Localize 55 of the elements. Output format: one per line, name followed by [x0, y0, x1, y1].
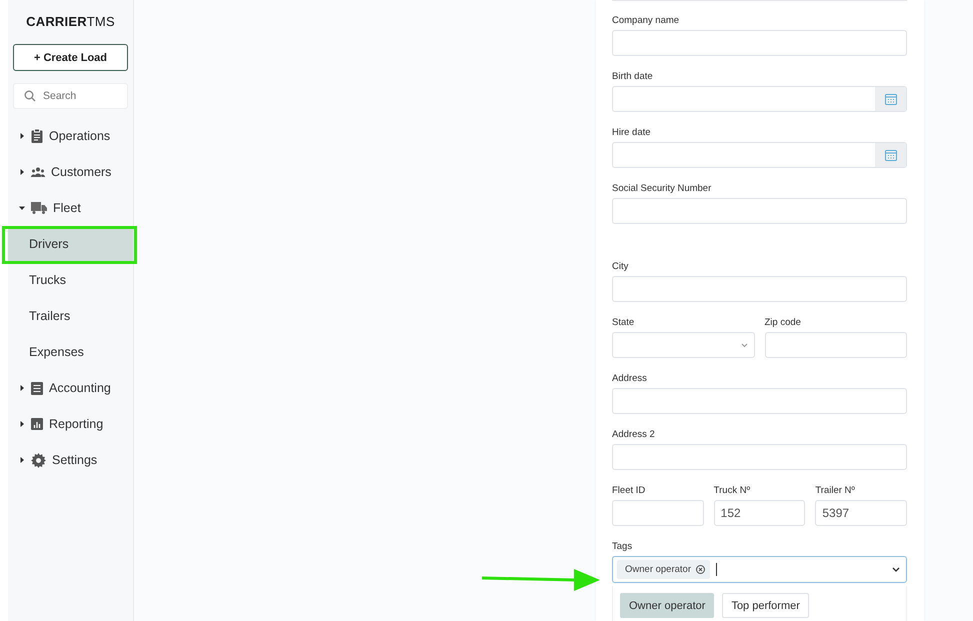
caret-icon: [19, 457, 25, 463]
field-label: City: [612, 261, 630, 273]
chevron-down-icon: [740, 342, 748, 348]
nav-item[interactable]: Fleet: [8, 190, 133, 226]
calendar-icon: [884, 149, 896, 161]
select-field[interactable]: [612, 332, 754, 358]
truck-icon: [31, 202, 47, 214]
nav-item[interactable]: Reporting: [8, 406, 133, 442]
caret-icon: [19, 421, 25, 427]
caret-icon: [19, 385, 25, 391]
field-label: Trailer Nº: [815, 485, 856, 497]
nav-subitem[interactable]: Trucks: [8, 262, 133, 298]
search-icon: [24, 90, 36, 102]
field-label: Tags: [612, 541, 634, 553]
bar-chart-icon: [31, 418, 43, 430]
settings-icon: [31, 452, 46, 468]
tag-chip[interactable]: Owner operator: [617, 560, 710, 579]
field-label: Hire date: [612, 127, 652, 139]
text-cursor: [716, 563, 718, 576]
nav-subitem[interactable]: Expenses: [8, 334, 133, 370]
field-label: Truck Nº: [714, 485, 752, 497]
field-label: State: [612, 317, 636, 329]
nav-subitem[interactable]: Trailers: [8, 298, 133, 334]
field-label: Birth date: [612, 71, 654, 83]
date-field[interactable]: [612, 86, 907, 112]
tags-field[interactable]: Owner operator: [612, 556, 907, 583]
field-label: Address: [612, 373, 648, 385]
field-label: Fleet ID: [612, 485, 646, 497]
caret-icon: [19, 133, 25, 139]
people-icon: [31, 167, 45, 177]
nav-item[interactable]: Operations: [8, 118, 133, 154]
calendar-button[interactable]: [875, 143, 906, 167]
create-load-button[interactable]: + Create Load: [13, 44, 128, 71]
field-label: Zip code: [764, 317, 802, 329]
input-field[interactable]: 152: [714, 500, 806, 526]
calendar-icon: [884, 93, 896, 105]
calendar-button[interactable]: [875, 87, 906, 111]
tag-option[interactable]: Top performer: [722, 593, 809, 618]
chevron-down-icon: [892, 567, 900, 572]
tag-option[interactable]: Owner operator: [620, 593, 714, 618]
field-label: Address 2: [612, 429, 656, 441]
clipboard-icon: [31, 129, 43, 143]
field-label: Social Security Number: [612, 183, 712, 195]
logo: CARRIERTMS: [26, 14, 115, 29]
nav-item[interactable]: Customers: [8, 154, 133, 190]
date-field[interactable]: [612, 142, 907, 168]
search-field[interactable]: Search: [13, 83, 128, 109]
nav-item[interactable]: Settings: [8, 442, 133, 478]
caret-icon: [19, 169, 25, 175]
nav-item[interactable]: Accounting: [8, 370, 133, 406]
field-label: Company name: [612, 15, 680, 27]
input-field[interactable]: 5397: [815, 500, 908, 526]
ledger-icon: [31, 382, 43, 394]
remove-icon[interactable]: [696, 565, 706, 574]
caret-icon: [19, 205, 25, 211]
